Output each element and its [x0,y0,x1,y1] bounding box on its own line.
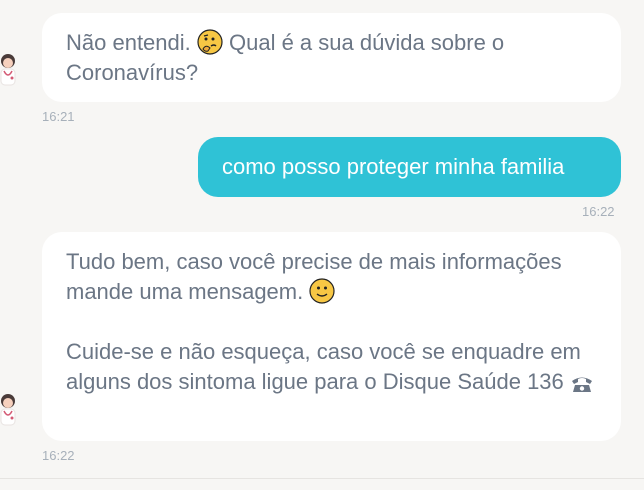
bot-message-bubble: Tudo bem, caso você precise de mais info… [42,232,621,441]
smile-emoji-icon [309,278,335,304]
chat-window: Não entendi. Qual é a sua dúvida sobre o… [0,0,644,490]
user-message-bubble: como posso proteger minha familia [198,137,621,197]
doctor-avatar-icon [0,54,16,86]
message-timestamp: 16:22 [582,204,615,219]
message-text: como posso proteger minha familia [222,154,565,179]
message-timestamp: 16:22 [42,448,75,463]
message-paragraph: Tudo bem, caso você precise de mais info… [66,247,597,307]
telephone-icon [571,377,592,392]
message-timestamp: 16:21 [42,109,75,124]
message-text: Cuide-se e não esqueça, caso você se enq… [66,339,581,394]
thinking-emoji-icon [197,29,223,55]
doctor-avatar-icon [0,394,16,426]
message-paragraph: Cuide-se e não esqueça, caso você se enq… [66,337,597,397]
message-text: Não entendi. [66,30,197,55]
bot-message-bubble: Não entendi. Qual é a sua dúvida sobre o… [42,13,621,102]
divider [0,478,644,479]
